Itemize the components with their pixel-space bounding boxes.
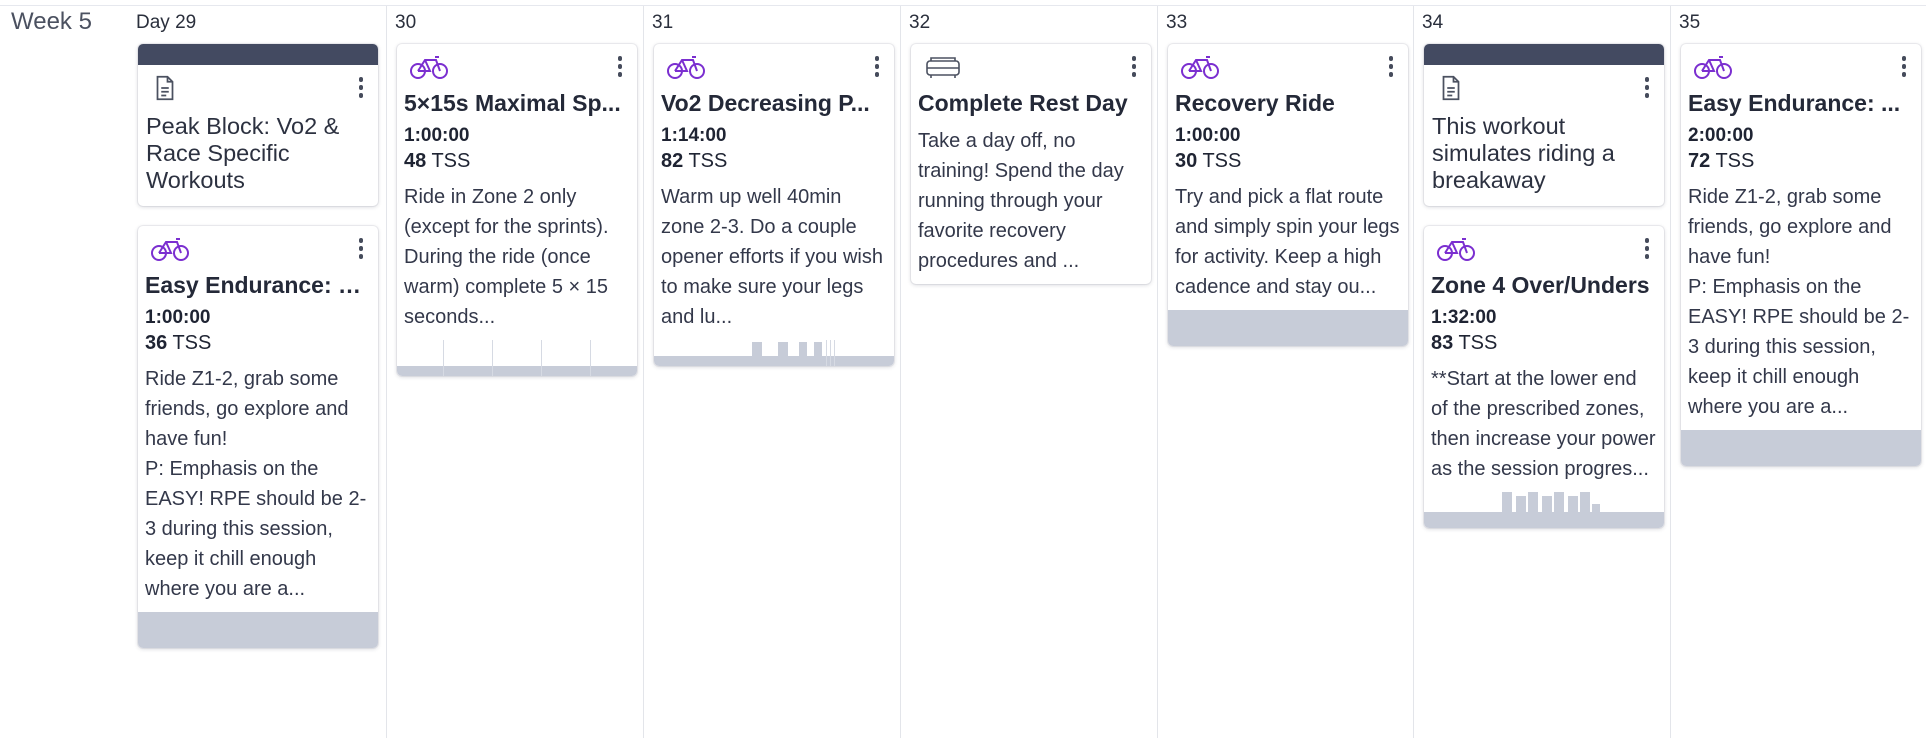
workout-description: Warm up well 40min zone 2-3. Do a couple…: [661, 182, 887, 332]
week-label: Week 5: [11, 8, 92, 35]
tss-unit: TSS: [1715, 150, 1755, 172]
day-column-33: 33 Recovery Ride 1:00:00 30 TSS Try and …: [1157, 6, 1413, 738]
tss-unit: TSS: [1202, 150, 1242, 172]
tss-unit: TSS: [172, 332, 212, 354]
card-menu-button[interactable]: [1642, 238, 1652, 264]
workout-description: Try and pick a flat route and simply spi…: [1175, 182, 1401, 302]
workout-title: Easy Endurance: ...: [1688, 90, 1901, 116]
description-line: Warm up well 40min zone 2-3. Do a couple…: [661, 186, 883, 328]
workout-graph: [138, 612, 378, 648]
day-label: 34: [1422, 12, 1444, 33]
workout-card[interactable]: Easy Endurance: 1hr 1:00:00 36 TSS Ride …: [138, 226, 378, 648]
day-label: 32: [909, 12, 931, 33]
workout-card[interactable]: 5×15s Maximal Sp... 1:00:00 48 TSS Ride …: [397, 44, 637, 376]
workout-tss: 30 TSS: [1175, 148, 1401, 174]
workout-tss: 48 TSS: [404, 148, 630, 174]
workout-title: 5×15s Maximal Sp...: [404, 90, 621, 116]
workout-title: Vo2 Decreasing P...: [661, 90, 870, 116]
description-line: Ride in Zone 2 only (except for the spri…: [404, 186, 609, 328]
description-line: Ride Z1-2, grab some friends, go explore…: [1688, 186, 1892, 268]
workout-description: Ride in Zone 2 only (except for the spri…: [404, 182, 630, 332]
workout-title: Zone 4 Over/Unders: [1431, 272, 1650, 298]
workout-graph: [654, 340, 894, 366]
note-title: Peak Block: Vo2 & Race Specific Workouts: [146, 113, 340, 193]
bike-icon: [666, 52, 706, 82]
workout-description: **Start at the lower end of the prescrib…: [1431, 364, 1657, 484]
card-menu-button[interactable]: [872, 56, 882, 82]
workout-title: Recovery Ride: [1175, 90, 1335, 116]
workout-title: Easy Endurance: 1hr: [145, 272, 371, 298]
day-column-31: 31 Vo2 Decreasing P... 1:14:00 82 TSS Wa…: [643, 6, 900, 738]
description-line: P: Emphasis on the EASY! RPE should be 2…: [1688, 276, 1910, 418]
workout-description: Ride Z1-2, grab some friends, go explore…: [1688, 182, 1914, 422]
card-menu-button[interactable]: [356, 238, 366, 264]
note-card[interactable]: Peak Block: Vo2 & Race Specific Workouts: [138, 44, 378, 206]
bike-icon: [1180, 52, 1220, 82]
tss-value: 48: [404, 150, 427, 172]
card-menu-button[interactable]: [615, 56, 625, 82]
workout-graph: [1681, 430, 1921, 466]
day-label: 31: [652, 12, 674, 33]
note-card[interactable]: This workout simulates riding a breakawa…: [1424, 44, 1664, 206]
bike-icon: [1693, 52, 1733, 82]
workout-graph: [1424, 492, 1664, 528]
description-line: **Start at the lower end of the prescrib…: [1431, 368, 1656, 480]
day-column-29: Day 29 Peak Block: Vo2 & Race Specific W…: [128, 6, 386, 738]
workout-tss: 36 TSS: [145, 330, 371, 356]
tss-value: 82: [661, 150, 684, 172]
workout-tss: 82 TSS: [661, 148, 887, 174]
description-line: P: Emphasis on the EASY! RPE should be 2…: [145, 458, 367, 600]
day-label: 30: [395, 12, 417, 33]
day-column-32: 32 Complete Rest Day Take a day off, no …: [900, 6, 1157, 738]
rest-description: Take a day off, no training! Spend the d…: [918, 126, 1144, 284]
card-menu-button[interactable]: [356, 77, 366, 103]
rest-title: Complete Rest Day: [918, 90, 1128, 116]
card-menu-button[interactable]: [1386, 56, 1396, 82]
note-band: [1424, 44, 1664, 65]
card-menu-button[interactable]: [1899, 56, 1909, 82]
workout-graph: [1168, 310, 1408, 346]
workout-duration: 1:32:00: [1431, 307, 1497, 328]
workout-duration: 1:00:00: [1175, 125, 1241, 146]
day-label: 33: [1166, 12, 1188, 33]
bike-icon: [409, 52, 449, 82]
workout-graph: [397, 340, 637, 376]
workout-card[interactable]: Vo2 Decreasing P... 1:14:00 82 TSS Warm …: [654, 44, 894, 366]
day-label: Day 29: [136, 12, 197, 33]
note-title: This workout simulates riding a breakawa…: [1432, 113, 1615, 193]
day-column-35: 35 Easy Endurance: ... 2:00:00 72 TSS Ri…: [1670, 6, 1926, 738]
workout-duration: 1:14:00: [661, 125, 727, 146]
day-label: 35: [1679, 12, 1701, 33]
tss-unit: TSS: [1458, 332, 1498, 354]
document-icon: [1436, 73, 1476, 103]
card-menu-button[interactable]: [1642, 77, 1652, 103]
workout-description: Ride Z1-2, grab some friends, go explore…: [145, 364, 371, 604]
tss-unit: TSS: [431, 150, 471, 172]
couch-icon: [923, 52, 963, 82]
rest-card[interactable]: Complete Rest Day Take a day off, no tra…: [911, 44, 1151, 284]
workout-card[interactable]: Zone 4 Over/Unders 1:32:00 83 TSS **Star…: [1424, 226, 1664, 528]
workout-card[interactable]: Recovery Ride 1:00:00 30 TSS Try and pic…: [1168, 44, 1408, 346]
workout-duration: 1:00:00: [145, 307, 211, 328]
workout-duration: 1:00:00: [404, 125, 470, 146]
description-line: Try and pick a flat route and simply spi…: [1175, 186, 1400, 298]
bike-icon: [150, 234, 190, 264]
day-column-34: 34 This workout simulates riding a break…: [1413, 6, 1670, 738]
tss-value: 83: [1431, 332, 1454, 354]
workout-card[interactable]: Easy Endurance: ... 2:00:00 72 TSS Ride …: [1681, 44, 1921, 466]
bike-icon: [1436, 234, 1476, 264]
workout-duration: 2:00:00: [1688, 125, 1754, 146]
workout-tss: 72 TSS: [1688, 148, 1914, 174]
card-menu-button[interactable]: [1129, 56, 1139, 82]
tss-unit: TSS: [688, 150, 728, 172]
tss-value: 36: [145, 332, 168, 354]
day-column-30: 30 5×15s Maximal Sp... 1:00:00 48 TSS Ri…: [386, 6, 643, 738]
tss-value: 30: [1175, 150, 1198, 172]
description-line: Take a day off, no training! Spend the d…: [918, 130, 1124, 272]
description-line: Ride Z1-2, grab some friends, go explore…: [145, 368, 349, 450]
note-band: [138, 44, 378, 65]
document-icon: [150, 73, 190, 103]
workout-tss: 83 TSS: [1431, 330, 1657, 356]
tss-value: 72: [1688, 150, 1711, 172]
